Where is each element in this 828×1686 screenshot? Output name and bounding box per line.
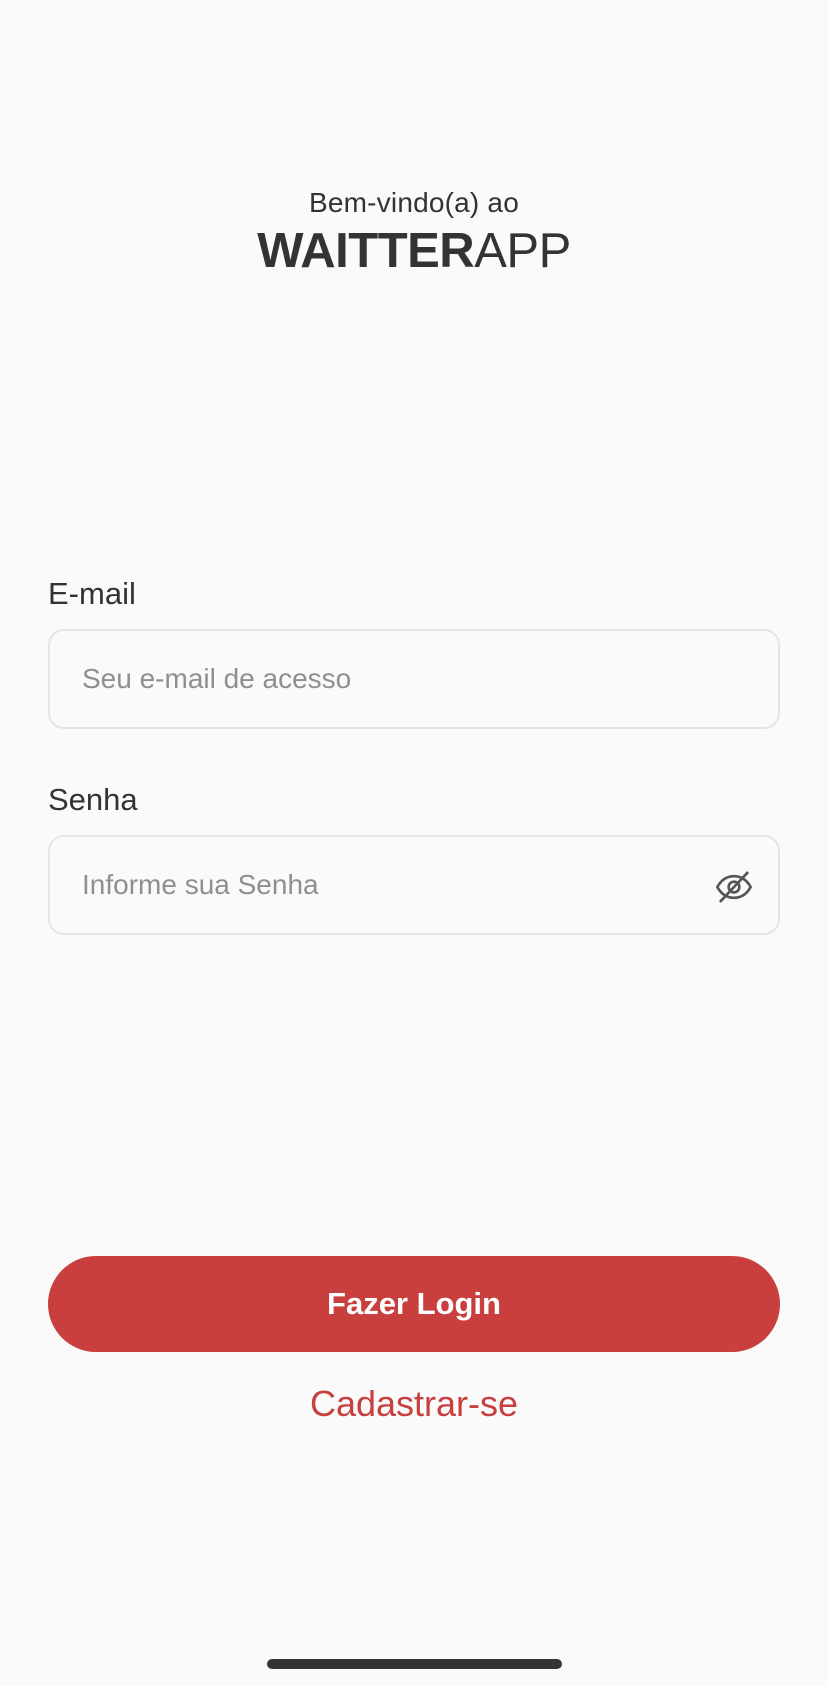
login-button[interactable]: Fazer Login — [48, 1256, 780, 1352]
logo-light-part: APP — [474, 224, 571, 278]
password-field[interactable] — [50, 837, 778, 933]
logo-bold-part: WAITTER — [257, 224, 475, 278]
welcome-header: Bem-vindo(a) ao WAITTERAPP — [0, 185, 828, 279]
password-field-container — [48, 835, 780, 935]
welcome-text: Bem-vindo(a) ao — [309, 187, 519, 218]
email-field-container — [48, 629, 780, 729]
app-logo: WAITTERAPP — [0, 223, 828, 279]
home-indicator — [267, 1659, 562, 1669]
email-field[interactable] — [50, 631, 778, 727]
eye-off-icon[interactable] — [710, 863, 758, 911]
email-label: E-mail — [48, 576, 136, 611]
password-label: Senha — [48, 782, 138, 817]
signup-link[interactable]: Cadastrar-se — [0, 1382, 828, 1426]
